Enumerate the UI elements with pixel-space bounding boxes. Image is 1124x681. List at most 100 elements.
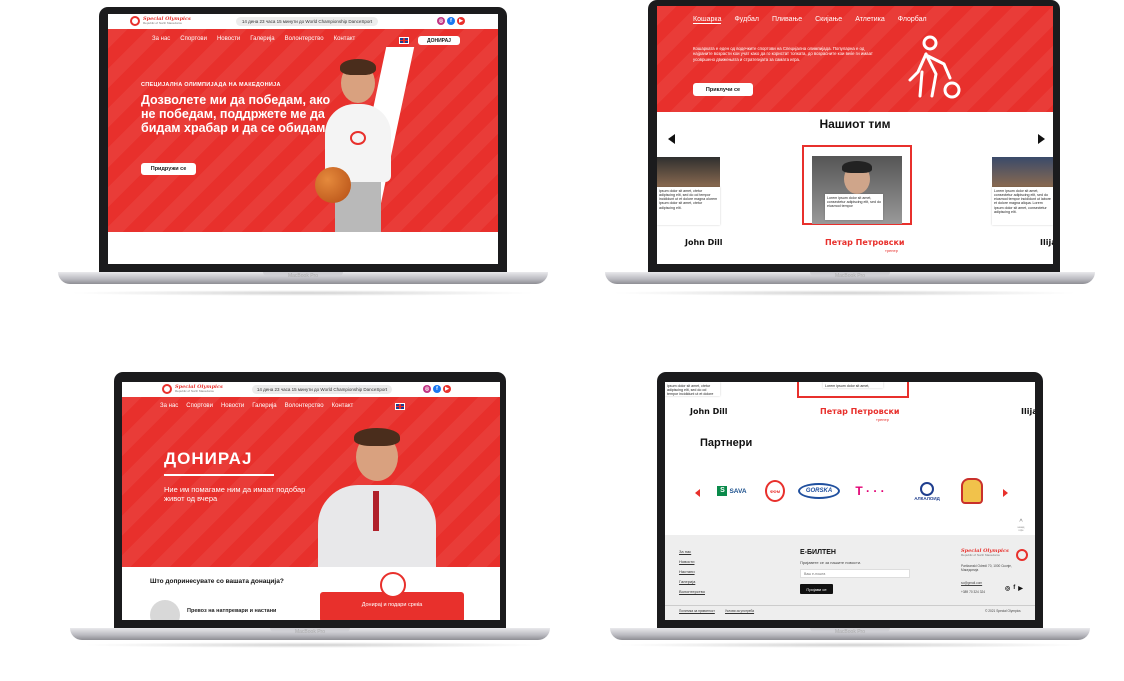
partner-name: SAVA — [729, 487, 747, 495]
facebook-icon[interactable]: f — [447, 17, 455, 25]
youtube-icon[interactable]: ▶ — [1018, 585, 1023, 592]
hero-person-photo — [313, 49, 403, 232]
partner-logo-alkaloid[interactable]: АЛКАЛОИД — [905, 478, 949, 504]
basketball-icon — [315, 167, 351, 203]
logo-line2: Republic of North Macedonia — [175, 389, 214, 393]
back-to-top[interactable]: ^ назад горе — [1015, 519, 1027, 532]
donate-button[interactable]: ДОНИРАЈ — [418, 36, 460, 45]
social-icons: ◎ f ▶ — [423, 385, 451, 393]
donate-card-button[interactable]: Донирај и подари среќа — [320, 602, 464, 608]
mockup-stage: Special Olympics Republic of North Macedo… — [0, 0, 1124, 681]
nav-item-volunteer[interactable]: Волонтерство — [285, 36, 324, 42]
nav-item-gallery[interactable]: Галерија — [252, 403, 276, 409]
sports-tabs: Кошарка Фудбал Пливање Скијање Атлетика … — [693, 16, 927, 24]
tab-floorball[interactable]: Флорбал — [898, 16, 927, 24]
footer-link-events[interactable]: Настани — [679, 569, 695, 574]
team-member-role: тренер — [876, 417, 889, 422]
facebook-icon[interactable]: f — [433, 385, 441, 393]
tab-swimming[interactable]: Пливање — [772, 16, 802, 24]
hero-kicker: СПЕЦИЈАЛНА ОЛИМПИЈАДА НА МАКЕДОНИЈА — [141, 82, 281, 88]
privacy-policy-link[interactable]: Политика за приватност — [679, 609, 715, 613]
team-member-name: Петар Петровски — [820, 407, 900, 416]
facebook-icon[interactable]: f — [1013, 585, 1015, 592]
donation-question: Што допринесувате со вашата донација? — [150, 578, 284, 585]
join-sport-button[interactable]: Приклучи се — [693, 83, 753, 96]
partner-name: АЛКАЛОИД — [914, 495, 940, 501]
team-next-arrow-icon[interactable] — [1038, 134, 1045, 144]
special-olympics-badge-icon — [380, 572, 406, 598]
nav-item-volunteer[interactable]: Волонтерство — [285, 403, 324, 409]
footer-link-about[interactable]: За нас — [679, 549, 691, 554]
countdown-bar: 14 дена 23 часа 15 минути до World Champ… — [252, 385, 392, 394]
sports-section: Кошарка Фудбал Пливање Скијање Атлетика … — [657, 6, 1053, 112]
partners-next-arrow-icon[interactable] — [1003, 489, 1008, 497]
footer-phone: +389 70 324 324 — [961, 590, 986, 594]
footer-link-news[interactable]: Новости — [679, 559, 694, 564]
instagram-icon[interactable]: ◎ — [437, 17, 445, 25]
nav-item-sports[interactable]: Спортови — [186, 403, 213, 409]
tab-skiing[interactable]: Скијање — [815, 16, 842, 24]
site-logo[interactable]: Special Olympics Republic of North Macedo… — [130, 16, 191, 26]
join-button[interactable]: Придружи се — [141, 163, 196, 175]
language-flag-icon[interactable] — [399, 37, 409, 44]
partner-logo-gorska[interactable]: GORSKA — [798, 483, 840, 499]
screen-donate: Special Olympics Republic of North Macedo… — [122, 382, 500, 620]
nav-item-about[interactable]: За нас — [152, 36, 170, 42]
partner-logo-sava[interactable]: S SAVA — [713, 484, 751, 498]
donate-title: ДОНИРАЈ — [164, 449, 253, 468]
countdown-bar: 14 дена 23 часа 15 минути до World Champ… — [236, 17, 378, 26]
screen-sports: Кошарка Фудбал Пливање Скијање Атлетика … — [657, 6, 1053, 264]
footer-divider — [665, 605, 1035, 606]
partners-title: Партнери — [700, 437, 753, 449]
site-logo[interactable]: Special Olympics Republic of North Macedo… — [162, 384, 223, 394]
sport-description: Кошарката е еден од водечките спортови н… — [693, 46, 873, 62]
basketball-player-icon — [908, 35, 961, 99]
partner-logo-telekom[interactable]: T · · · — [850, 483, 890, 499]
nav-item-contact[interactable]: Контакт — [332, 403, 354, 409]
footer-link-volunteer[interactable]: Волонтерство — [679, 589, 705, 594]
nav-item-gallery[interactable]: Галерија — [250, 36, 274, 42]
team-card-center-frame — [797, 382, 909, 398]
social-icons: ◎ f ▶ — [437, 17, 465, 25]
instagram-icon[interactable]: ◎ — [1005, 585, 1010, 592]
team-title: Нашиот тим — [819, 117, 891, 131]
hero-headline: Дозволете ми да победам, ако не победам,… — [141, 93, 331, 136]
laptop-model-label: MacBook Pro — [294, 629, 325, 635]
partners-prev-arrow-icon[interactable] — [695, 489, 700, 497]
partner-logo-ffm[interactable]: ФФМ — [765, 480, 785, 502]
footer-email[interactable]: so@gmail.com — [961, 581, 982, 585]
instagram-icon[interactable]: ◎ — [423, 385, 431, 393]
tab-athletics[interactable]: Атлетика — [855, 16, 885, 24]
nav-item-sports[interactable]: Спортови — [180, 36, 207, 42]
back-to-top-label: назад горе — [1017, 526, 1025, 532]
youtube-icon[interactable]: ▶ — [443, 385, 451, 393]
team-card-center-text: Lorem ipsum dolor sit amet, consectetur … — [825, 194, 883, 220]
language-flag-icon[interactable] — [395, 403, 405, 410]
nav-item-news[interactable]: Новости — [217, 36, 240, 42]
nav-item-contact[interactable]: Контакт — [334, 36, 356, 42]
shirt-logo-icon — [350, 131, 366, 145]
special-olympics-logo-icon — [1016, 549, 1028, 561]
footer-logo[interactable]: Special Olympics Republic of North Maced… — [961, 549, 1009, 557]
subscribe-button[interactable]: Пријави се — [800, 584, 833, 594]
team-member-name: Ilija — [1021, 407, 1035, 416]
footer-link-gallery[interactable]: Галерија — [679, 579, 695, 584]
team-member-name: John Dill — [690, 407, 728, 416]
newsletter-email-input[interactable] — [800, 569, 910, 578]
laptop-model-label: MacBook Pro — [287, 273, 318, 279]
youtube-icon[interactable]: ▶ — [457, 17, 465, 25]
team-member-role: тренер — [885, 248, 898, 253]
team-member-name: John Dill — [685, 238, 723, 247]
terms-link[interactable]: Услови за употреба — [725, 609, 754, 613]
tab-football[interactable]: Фудбал — [734, 16, 759, 24]
nav-item-about[interactable]: За нас — [160, 403, 178, 409]
team-prev-arrow-icon[interactable] — [668, 134, 675, 144]
team-card-right-photo — [992, 157, 1053, 187]
tab-basketball[interactable]: Кошарка — [693, 16, 722, 24]
donate-person-photo — [318, 423, 436, 567]
logo-line2: Republic of North Macedonia — [143, 21, 182, 25]
nav-item-news[interactable]: Новости — [221, 403, 244, 409]
partner-logo-crest-icon[interactable] — [961, 478, 983, 504]
team-member-name: Ilija — [1040, 238, 1053, 247]
main-nav: За нас Спортови Новости Галерија Волонте… — [160, 403, 353, 409]
